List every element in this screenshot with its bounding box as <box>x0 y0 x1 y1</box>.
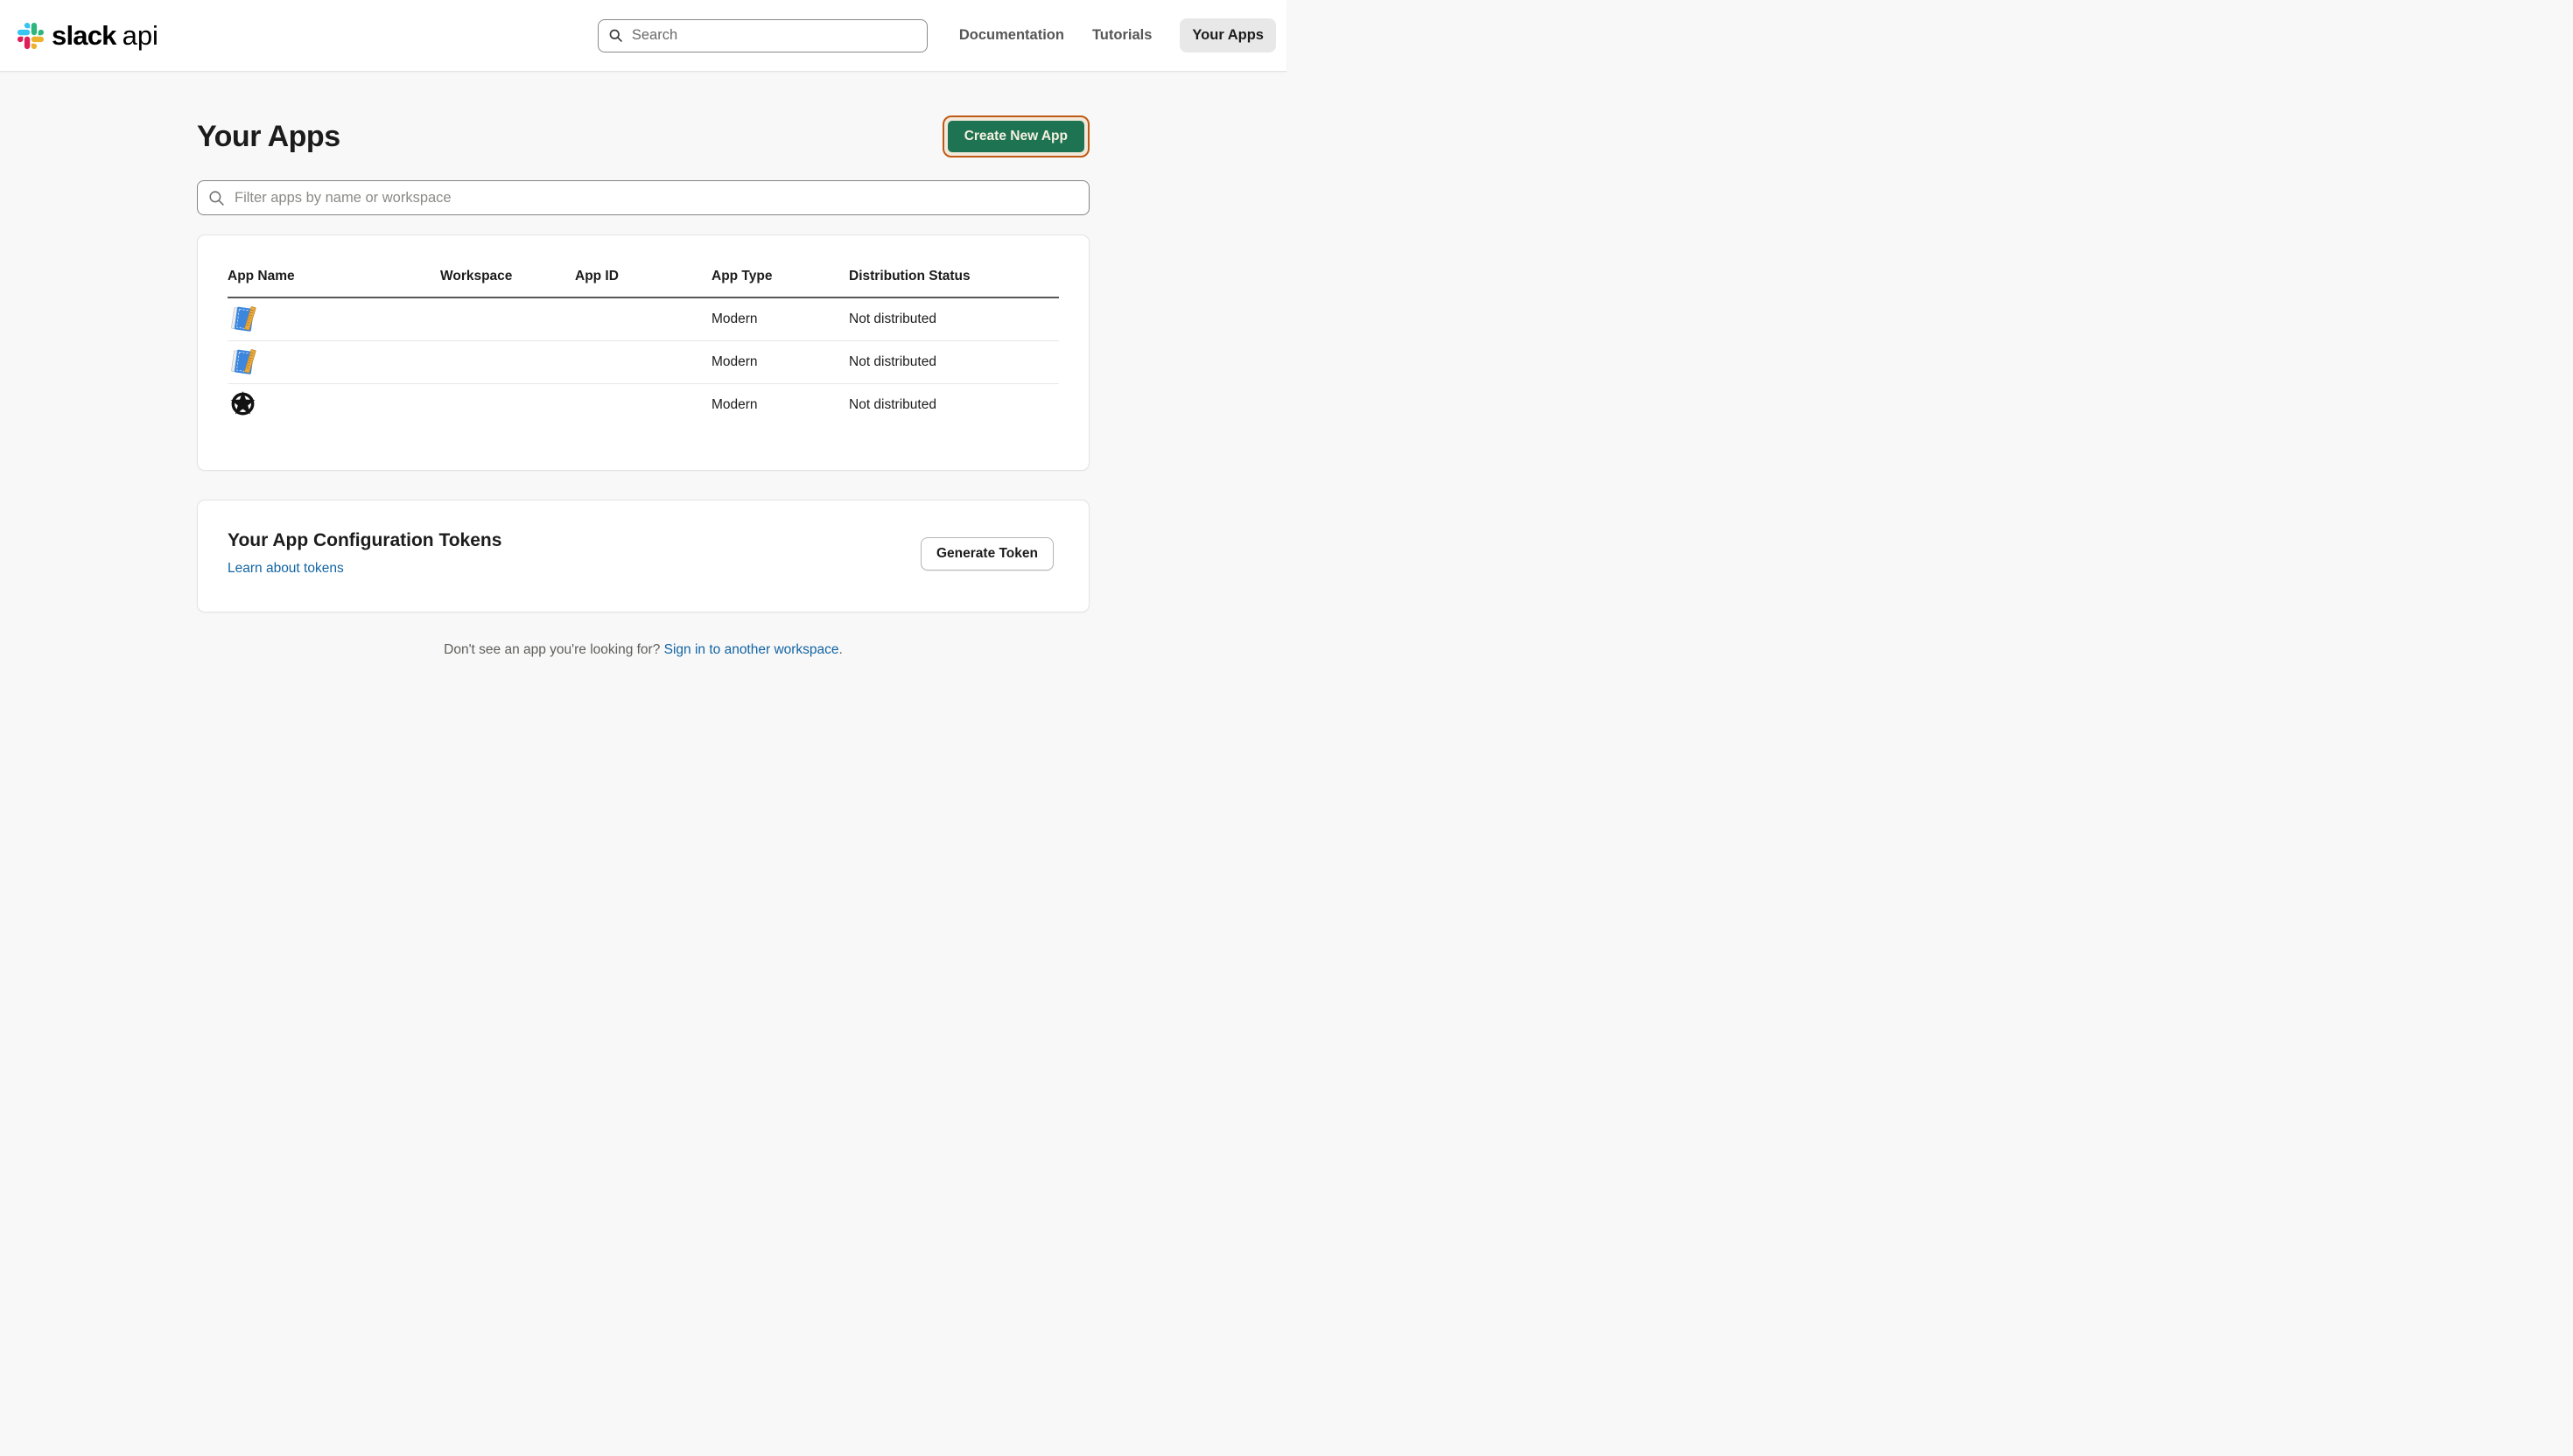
header-search-input[interactable] <box>630 26 917 45</box>
footer-prompt-text: Don't see an app you're looking for? <box>444 642 664 657</box>
app-type-cell: Modern <box>712 340 849 383</box>
app-id-cell <box>575 383 712 426</box>
logo-text-api: api <box>123 20 158 52</box>
blue-book-app-icon <box>228 304 258 334</box>
tokens-title: Your App Configuration Tokens <box>228 530 501 551</box>
table-row[interactable]: Modern Not distributed <box>228 340 1059 383</box>
workspace-cell <box>440 383 575 426</box>
column-header-app-id: App ID <box>575 269 712 298</box>
filter-search-icon <box>208 190 225 206</box>
apps-table-card: App Name Workspace App ID App Type Distr… <box>197 234 1090 471</box>
title-row: Your Apps Create New App <box>197 116 1090 158</box>
table-row[interactable]: Modern Not distributed <box>228 298 1059 340</box>
workspace-cell <box>440 340 575 383</box>
header-search-box[interactable] <box>598 19 928 52</box>
footer-prompt-suffix: . <box>839 642 843 657</box>
star-badge-app-icon <box>228 389 258 420</box>
app-id-cell <box>575 340 712 383</box>
filter-apps-box[interactable] <box>197 180 1090 215</box>
generate-token-button[interactable]: Generate Token <box>921 537 1054 570</box>
app-configuration-tokens-card: Your App Configuration Tokens Learn abou… <box>197 500 1090 612</box>
workspace-cell <box>440 298 575 340</box>
footer-prompt: Don't see an app you're looking for? Sig… <box>197 642 1090 710</box>
nav-your-apps[interactable]: Your Apps <box>1180 18 1276 52</box>
search-icon <box>608 28 623 43</box>
filter-apps-input[interactable] <box>233 189 1078 207</box>
table-header-row: App Name Workspace App ID App Type Distr… <box>228 269 1059 298</box>
column-header-distribution-status: Distribution Status <box>849 269 1059 298</box>
page-title: Your Apps <box>197 120 340 154</box>
nav-documentation[interactable]: Documentation <box>959 27 1064 44</box>
slack-logo-icon <box>18 23 44 49</box>
create-new-app-button[interactable]: Create New App <box>948 121 1084 152</box>
logo-text-slack: slack <box>52 20 116 52</box>
tokens-text-block: Your App Configuration Tokens Learn abou… <box>228 530 501 577</box>
table-row[interactable]: Modern Not distributed <box>228 383 1059 426</box>
distribution-status-cell: Not distributed <box>849 340 1059 383</box>
column-header-workspace: Workspace <box>440 269 575 298</box>
slack-api-logo[interactable]: slack api <box>18 20 158 52</box>
app-id-cell <box>575 298 712 340</box>
main-content: Your Apps Create New App App Name Worksp… <box>197 116 1090 710</box>
distribution-status-cell: Not distributed <box>849 383 1059 426</box>
sign-in-another-workspace-link[interactable]: Sign in to another workspace <box>664 642 839 657</box>
apps-table: App Name Workspace App ID App Type Distr… <box>228 269 1059 426</box>
app-type-cell: Modern <box>712 298 849 340</box>
distribution-status-cell: Not distributed <box>849 298 1059 340</box>
site-header: slack api Documentation Tutorials Your A… <box>0 0 1286 72</box>
learn-about-tokens-link[interactable]: Learn about tokens <box>228 561 344 577</box>
nav-tutorials[interactable]: Tutorials <box>1092 27 1152 44</box>
create-new-app-focus-ring: Create New App <box>943 116 1090 158</box>
column-header-app-name: App Name <box>228 269 440 298</box>
blue-book-app-icon <box>228 346 258 377</box>
app-type-cell: Modern <box>712 383 849 426</box>
main-nav: Documentation Tutorials Your Apps <box>959 18 1276 52</box>
column-header-app-type: App Type <box>712 269 849 298</box>
